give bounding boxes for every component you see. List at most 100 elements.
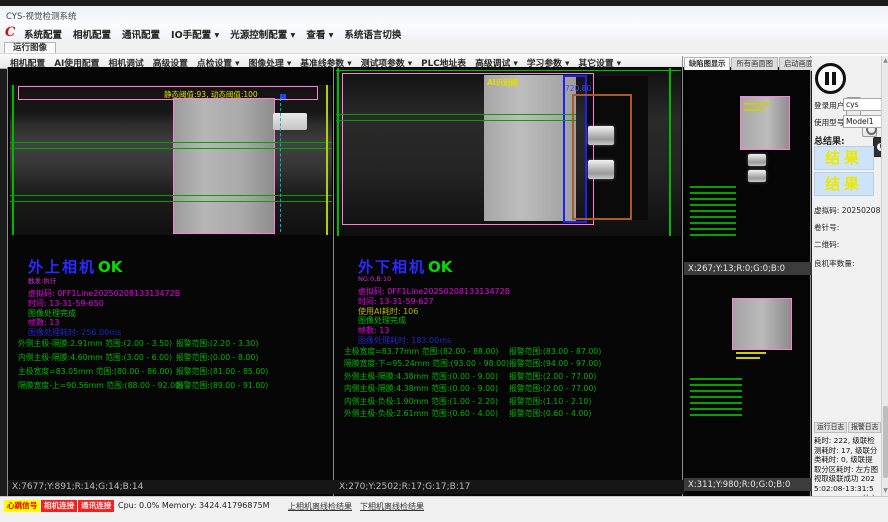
tab-strip: 运行图像 [0,42,888,53]
yield-count-label: 良机率数量: [814,258,855,269]
scrollbar-thumb[interactable] [883,406,888,478]
left-measure-line-1 [10,142,332,143]
pause-button[interactable] [815,63,846,94]
middle-ai-elapsed: 使用AI耗时: 106 [358,307,510,317]
left-measurements: 外侧主极-隔膜:2.91mm 范围:(2.00 - 3.50)报警范围:(2.2… [18,338,328,394]
left-yellow-edge-line [326,85,328,235]
thumb1-metal-part [748,154,766,166]
thumb1-annotation [744,109,764,111]
thumb2-bright-region [732,298,792,350]
measurement-row: 外侧主极-隔膜:2.91mm 范围:(2.00 - 3.50)报警范围:(2.2… [18,338,328,352]
menu-language-switch[interactable]: 系统语言切换 [344,27,401,41]
right-view-tabs: 缺陷图显示 所有画面图 启动画面图 [684,57,825,71]
thumb2-annotation [736,357,760,359]
sidebar-scrollbar[interactable]: ▲ ▼ [881,56,888,496]
measurement-row: 内侧主极-隔膜:4.60mm 范围:(3.00 - 6.00)报警范围:(0.0… [18,352,328,366]
left-camera-title: 外上相机 [28,258,96,276]
thumb1-annotation [744,103,770,105]
thumb-panel-2[interactable] [684,278,810,476]
rtab-all-views[interactable]: 所有画面图 [731,57,777,71]
rtab-defect-view[interactable]: 缺陷图显示 [684,57,730,71]
middle-ai-value: 720.80 [565,84,591,93]
thumb2-coords-bar: X:311;Y:980;R:0;G:0;B:0 [684,478,814,491]
comm-link-badge: 通讯连接 [78,500,114,512]
left-measure-line-3 [10,195,332,196]
left-ok-badge: OK [98,258,122,276]
roll-needle-label: 卷针号: [814,222,839,233]
measurement-row: 隔膜宽度-下=95.24mm 范围:(93.00 - 98.00)报警范围:(9… [344,358,674,370]
qr-code-label: 二维码: [814,239,839,250]
measurement-row: 主极宽度=83.77mm 范围:(82.00 - 88.00)报警范围:(83.… [344,346,674,358]
middle-metal-part-1 [588,126,614,145]
thumb2-text-overlay [690,374,742,420]
left-coords-bar: X:7677;Y:891;R:14;G:14;B:14 [8,480,337,494]
menu-view[interactable]: 查看 ▾ [306,27,333,41]
measurement-row: 主极宽度=83.05mm 范围:(80.00 - 86.00)报警范围:(81.… [18,366,328,380]
left-cyan-guide-line [280,98,281,232]
left-camera-image[interactable]: 静态阈值:93, 动态阈值:100 [10,85,332,235]
middle-frame-count: 帧数: 13 [358,326,510,336]
thumb1-coords-bar: X:267;Y:13;R:0;G:0;B:0 [684,262,814,275]
middle-virtual-code: 虚拟码: 0FF1Line2025020813313472B [358,287,510,297]
heartbeat-badge: 心跳信号 [4,500,40,512]
scroll-down-icon[interactable]: ▼ [882,487,888,495]
measurement-row: 内侧主极-隔膜:4.38mm 范围:(0.00 - 9.00)报警范围:(2.0… [344,383,674,395]
middle-metal-part-2 [588,160,614,179]
log-tab-run[interactable]: 运行日志 [814,422,847,433]
middle-right-green-line [669,68,671,236]
left-measure-line-2 [10,148,332,149]
middle-time: 时间: 13-31-59-627 [358,297,510,307]
measurement-row: 外侧主极-负极:2.61mm 范围:(0.60 - 4.00)报警范围:(0.6… [344,408,674,420]
middle-top-green-line [336,70,681,71]
left-time: 时间: 13-31-59-650 [28,299,180,309]
thumb2-annotation [736,352,766,354]
splitter-mid2[interactable] [682,56,683,496]
virtual-code-value: 虚拟码: 20250208 [814,205,880,216]
left-measure-line-4 [10,201,332,202]
splitter-left [7,67,8,496]
scroll-up-icon[interactable]: ▲ [882,57,888,65]
login-user-label: 登录用户: [814,100,847,111]
measurement-row: 内侧主极-负极:1.90mm 范围:(1.00 - 2.20)报警范围:(1.1… [344,396,674,408]
lower-camera-offline-link[interactable]: 下相机离线检结果 [360,501,424,512]
middle-result-block: 外下相机OK NG:0,B:10 虚拟码: 0FF1Line2025020813… [358,256,510,346]
left-image-green-line [12,85,14,235]
middle-orange-box [572,94,632,220]
app-logo-icon: C [5,25,15,40]
camera-link-badge: 相机连接 [41,500,77,512]
left-separator-region [173,98,275,234]
splitter-right [810,56,811,496]
menu-bar: C 系统配置 相机配置 通讯配置 IO手配置 ▾ 光源控制配置 ▾ 查看 ▾ 系… [0,24,888,43]
middle-ok-badge: OK [428,258,452,276]
status-bar: 心跳信号 相机连接 通讯连接 Cpu: 0.0% Memory: 3424.41… [0,496,888,522]
thumb-panel-1[interactable] [684,70,810,262]
window-title: CYS-视觉检测系统 [6,10,76,22]
splitter-mid1[interactable] [333,67,334,496]
left-connector-part [273,113,307,130]
menu-camera-config[interactable]: 相机配置 [73,27,111,41]
result-badge-1: 结果 [814,146,874,170]
middle-process-done: 图像处理完成 [358,316,510,326]
model-label: 使用型号: [814,117,847,128]
menu-io-config[interactable]: IO手配置 ▾ [171,27,219,41]
upper-camera-offline-link[interactable]: 上相机离线检结果 [288,501,352,512]
middle-camera-image[interactable]: AI识别图 720.80 [336,68,681,236]
result-badge-2: 结果 [814,172,874,196]
menu-system-config[interactable]: 系统配置 [24,27,62,41]
title-bar: CYS-视觉检测系统 [0,6,888,25]
menu-comm-config[interactable]: 通讯配置 [122,27,160,41]
middle-camera-title: 外下相机 [358,258,426,276]
app-window: CYS-视觉检测系统 C 系统配置 相机配置 通讯配置 IO手配置 ▾ 光源控制… [0,0,888,522]
log-tab-alarm[interactable]: 报警日志 [848,422,881,433]
middle-left-green-line [337,68,339,236]
log-tab-strip: 运行日志 报警日志 错误日志 [814,422,888,433]
middle-measurements: 主极宽度=83.77mm 范围:(82.00 - 88.00)报警范围:(83.… [344,346,674,420]
middle-coords-bar: X:270;Y:2502;R:17;G:17;B:17 [335,480,685,494]
thumb1-metal-part [748,170,766,182]
menu-light-config[interactable]: 光源控制配置 ▾ [230,27,295,41]
left-process-elapsed: 图像处理耗时: 256.00ms [28,328,180,338]
middle-measure-line-2 [336,120,576,121]
thumb1-text-overlay [690,182,736,240]
middle-measure-line-1 [336,114,576,115]
left-frame-count: 帧数: 13 [28,318,180,328]
